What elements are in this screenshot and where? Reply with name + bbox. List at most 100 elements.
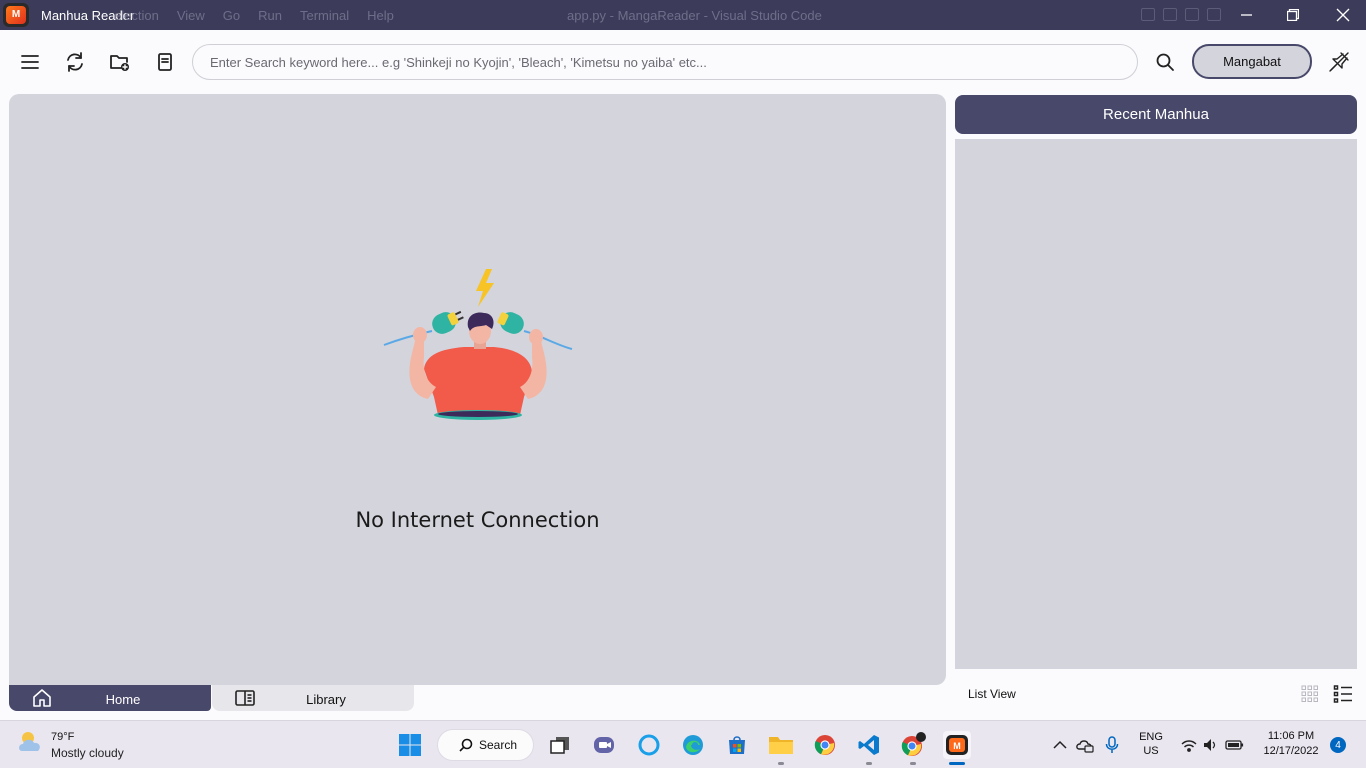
search-box	[192, 44, 1138, 80]
windows-start-icon	[399, 734, 421, 756]
volume-icon	[1204, 739, 1216, 751]
background-layout-icons	[1141, 8, 1221, 21]
chrome-profile-icon	[901, 732, 926, 756]
layout-icon	[1185, 8, 1199, 21]
close-icon	[1336, 8, 1350, 22]
network-volume-battery-icons	[1181, 739, 1244, 752]
running-indicator	[866, 762, 872, 765]
microphone-icon	[1105, 736, 1119, 753]
microsoft-store-icon	[729, 736, 745, 754]
chrome-profile-button[interactable]	[899, 731, 927, 765]
refresh-button[interactable]	[63, 50, 87, 74]
search-button[interactable]	[1153, 50, 1177, 74]
list-view-button[interactable]	[1333, 684, 1353, 704]
minimize-button[interactable]	[1224, 0, 1270, 30]
vscode-icon	[858, 735, 879, 755]
battery-icon	[1225, 740, 1244, 750]
start-button[interactable]	[396, 731, 424, 759]
microphone-button[interactable]	[1100, 731, 1124, 759]
reader-button[interactable]	[153, 50, 177, 74]
offline-message: No Internet Connection	[355, 508, 600, 532]
menu-button[interactable]	[18, 50, 42, 74]
task-view-icon	[550, 737, 569, 754]
restore-icon	[1287, 9, 1299, 21]
running-indicator	[910, 762, 916, 765]
toolbar: Mangabat	[0, 30, 1366, 94]
minimize-icon	[1241, 14, 1252, 16]
taskbar-search[interactable]: Search	[437, 729, 534, 761]
recent-manhua-header: Recent Manhua	[955, 95, 1357, 134]
background-menu-item: Go	[222, 8, 241, 23]
tab-library[interactable]: Library	[212, 685, 414, 711]
taskbar-search-icon	[459, 738, 473, 752]
show-hidden-icons-button[interactable]	[1048, 731, 1072, 759]
manhua-reader-app-icon: M	[946, 735, 968, 755]
active-indicator	[949, 762, 965, 765]
weather-condition: Mostly cloudy	[51, 746, 124, 760]
vscode-button[interactable]	[855, 731, 883, 765]
language-code: ENG	[1139, 731, 1163, 743]
close-button[interactable]	[1320, 0, 1366, 30]
background-window-menu: election View Go Run Terminal Help	[114, 8, 394, 23]
background-window-title: app.py - MangaReader - Visual Studio Cod…	[567, 8, 822, 23]
wifi-icon	[1181, 740, 1197, 752]
pin-button[interactable]	[1327, 50, 1351, 74]
folder-icon	[769, 737, 793, 754]
store-button[interactable]	[723, 731, 751, 759]
chevron-up-icon	[1053, 740, 1067, 749]
grid-view-button[interactable]	[1301, 685, 1319, 703]
tab-home[interactable]: Home	[9, 685, 211, 711]
tab-home-label: Home	[105, 692, 141, 707]
background-menu-item: Run	[258, 8, 282, 23]
file-explorer-button[interactable]	[767, 731, 795, 765]
notification-badge[interactable]: 4	[1330, 737, 1346, 753]
edge-button[interactable]	[679, 731, 707, 759]
chrome-button[interactable]	[811, 731, 839, 759]
no-connection-illustration	[383, 269, 573, 420]
input-language[interactable]: ENG US	[1134, 731, 1168, 757]
search-input[interactable]	[193, 45, 1137, 79]
folder-add-icon	[110, 55, 129, 71]
restore-button[interactable]	[1270, 0, 1316, 30]
search-icon	[1156, 53, 1174, 71]
background-menu-item: Terminal	[299, 8, 350, 23]
background-menu-item: Help	[367, 8, 394, 23]
bottom-tab-bar: Home Library	[9, 685, 414, 711]
recent-manhua-list[interactable]	[955, 139, 1357, 669]
quick-settings-button[interactable]	[1176, 731, 1246, 759]
lightning-icon	[476, 269, 494, 307]
teams-chat-button[interactable]	[590, 731, 618, 759]
weather-temperature: 79°F	[51, 731, 75, 743]
region-code: US	[1143, 745, 1159, 757]
tab-library-label: Library	[306, 692, 346, 707]
layout-icon	[1163, 8, 1177, 21]
add-folder-button[interactable]	[108, 50, 132, 74]
manhua-reader-taskbar-button[interactable]: M	[943, 731, 971, 765]
task-view-button[interactable]	[546, 731, 574, 759]
cloudy-weather-icon	[19, 732, 40, 751]
windows-taskbar: 79°F Mostly cloudy Search M ENG US 11:06…	[0, 720, 1366, 768]
background-menu-item: View	[176, 8, 205, 23]
cortana-button[interactable]	[635, 731, 663, 759]
list-view-icon	[1333, 685, 1352, 703]
svg-text:M: M	[953, 741, 961, 751]
background-menu-item: election	[114, 8, 159, 23]
pin-off-icon	[1329, 52, 1349, 72]
teams-chat-icon	[594, 737, 614, 753]
running-indicator	[778, 762, 784, 765]
refresh-icon	[67, 52, 83, 72]
edge-browser-icon	[683, 735, 703, 755]
hamburger-menu-icon	[21, 55, 39, 69]
onedrive-button[interactable]	[1072, 731, 1098, 759]
clock-date: 12/17/2022	[1263, 745, 1319, 757]
clock-time: 11:06 PM	[1267, 730, 1315, 742]
cortana-icon	[638, 734, 660, 756]
app-logo-icon: M	[3, 3, 29, 27]
layout-icon	[1141, 8, 1155, 21]
book-icon	[158, 53, 172, 71]
source-select-button[interactable]: Mangabat	[1192, 44, 1312, 79]
view-mode-label: List View	[968, 687, 1016, 701]
clock[interactable]: 11:06 PM 12/17/2022	[1258, 730, 1324, 757]
grid-view-icon	[1301, 685, 1318, 702]
weather-widget[interactable]: 79°F Mostly cloudy	[16, 729, 124, 761]
